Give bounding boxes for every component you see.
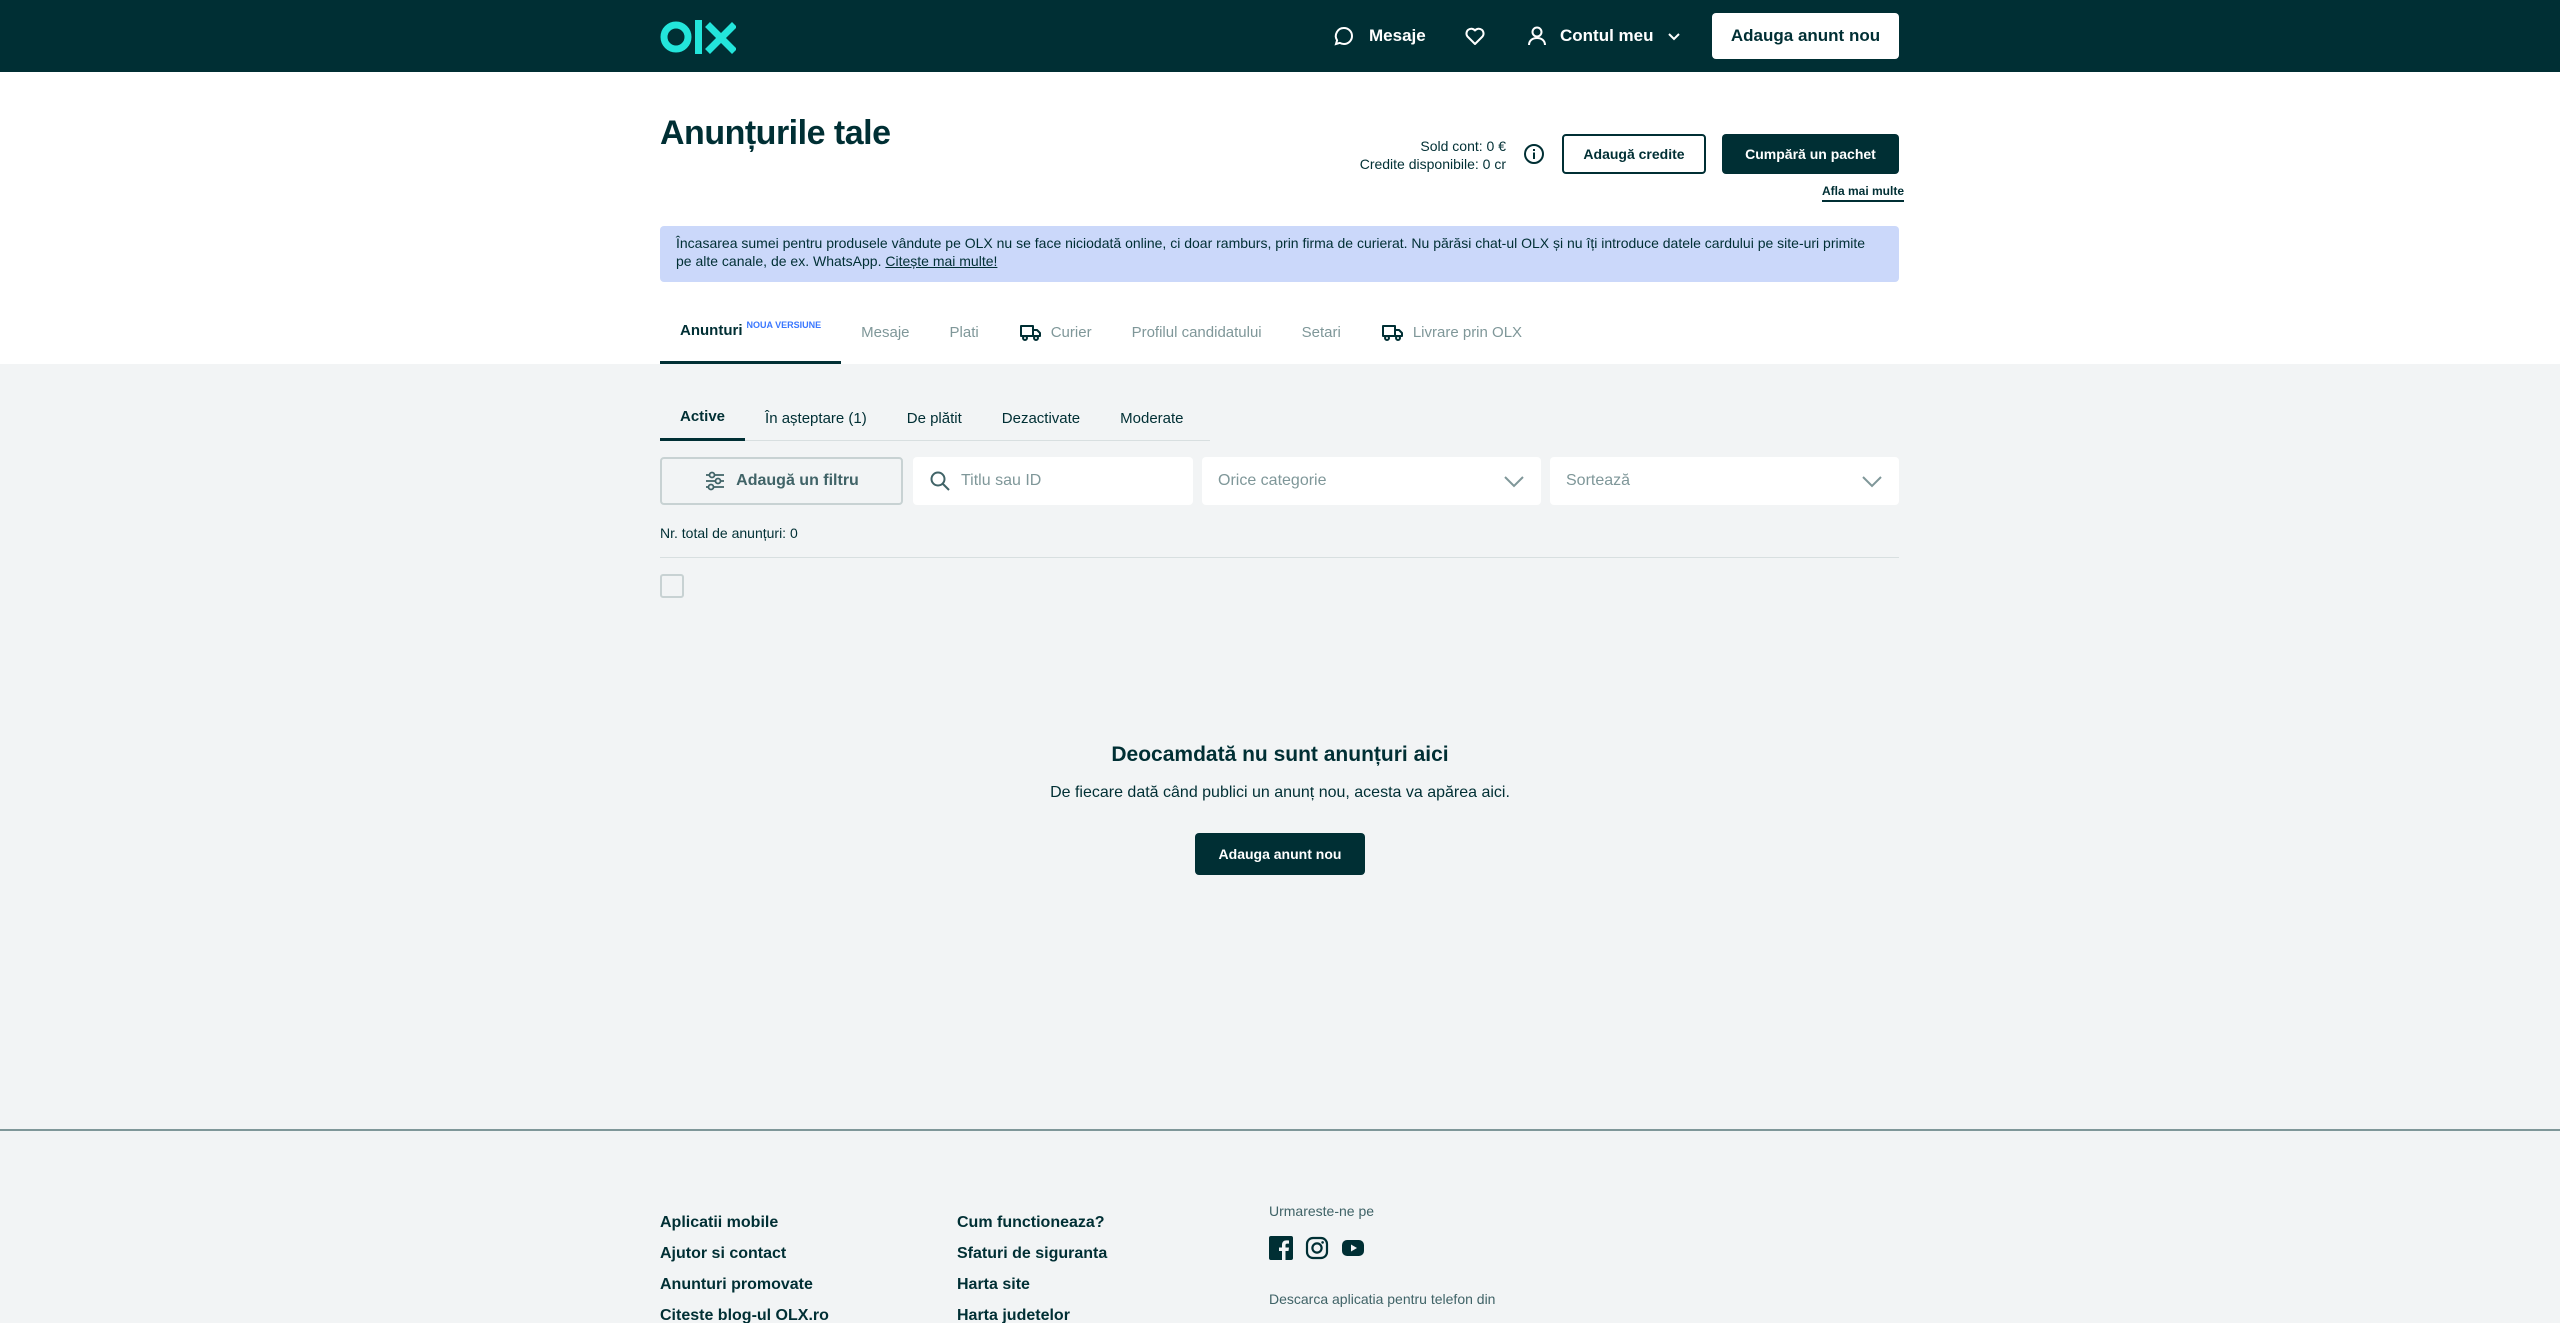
balance-label: Sold cont: 0 € [1420,138,1506,154]
select-all-checkbox[interactable] [660,574,684,598]
empty-state-subtitle: De fiecare dată când publici un anunț no… [1050,784,1510,801]
tab-plati[interactable]: Plati [930,300,999,364]
tab-label: Mesaje [861,323,910,341]
add-ad-button[interactable]: Adauga anunt nou [1712,13,1899,59]
tab-label: Setari [1301,323,1341,341]
follow-us-label: Urmareste-ne pe [1269,1203,1375,1219]
social-links [1269,1236,1365,1265]
footer-link-safety-tips[interactable]: Sfaturi de siguranta [957,1238,1107,1269]
info-icon[interactable] [1523,143,1545,165]
add-credits-button[interactable]: Adaugă credite [1562,134,1706,174]
chevron-down-icon [1504,476,1524,488]
favorites-button[interactable] [1464,0,1486,72]
footer-link-promoted-ads[interactable]: Anunturi promovate [660,1269,829,1300]
heart-icon [1465,27,1485,45]
list-divider [660,557,1899,558]
youtube-icon[interactable] [1341,1236,1365,1265]
sort-select[interactable]: Sortează [1550,457,1899,505]
instagram-icon[interactable] [1305,1236,1329,1265]
user-icon [1528,26,1546,46]
tab-label: Anunturi [680,322,743,339]
main-tabs: Anunturi NOUA VERSIUNE Mesaje Plati Curi… [660,300,1542,364]
footer-link-help-contact[interactable]: Ajutor si contact [660,1238,829,1269]
search-input[interactable] [961,472,1161,490]
footer-column-1: Aplicatii mobile Ajutor si contact Anunt… [660,1207,829,1323]
account-menu[interactable]: Contul meu [1526,0,1682,72]
account-summary-section: Anunțurile tale Sold cont: 0 € Credite d… [0,72,2560,364]
new-version-badge: NOUA VERSIUNE [746,319,822,330]
search-field [913,457,1193,505]
sliders-icon [706,471,725,491]
search-icon [930,471,950,491]
subtab-pending[interactable]: În așteptare (1) [745,395,887,441]
page-title: Anunțurile tale [660,114,891,152]
buy-package-button[interactable]: Cumpără un pachet [1722,134,1899,174]
add-filter-button[interactable]: Adaugă un filtru [660,457,903,505]
truck-icon [1381,325,1403,341]
download-app-label: Descarca aplicatia pentru telefon din [1269,1291,1496,1307]
subtab-moderated[interactable]: Moderate [1100,395,1203,441]
footer-link-county-map[interactable]: Harta judetelor [957,1300,1107,1323]
notice-read-more-link[interactable]: Citește mai multe! [885,253,997,269]
chevron-down-icon [1667,33,1680,41]
tab-setari[interactable]: Setari [1282,300,1361,364]
footer-link-how-it-works[interactable]: Cum functioneaza? [957,1207,1107,1238]
top-navigation-bar: Mesaje Contul meu Adauga anunt nou [0,0,2560,72]
facebook-icon[interactable] [1269,1236,1293,1265]
footer-link-mobile-apps[interactable]: Aplicatii mobile [660,1207,829,1238]
add-filter-label: Adaugă un filtru [736,472,859,489]
account-label: Contul meu [1560,26,1654,45]
tab-label: Profilul candidatului [1131,323,1262,341]
balance-info: Sold cont: 0 € Credite disponibile: 0 cr [1360,137,1506,173]
subtab-active[interactable]: Active [660,395,746,441]
footer-link-blog[interactable]: Citeste blog-ul OLX.ro [660,1300,829,1323]
olx-logo[interactable] [660,17,736,57]
truck-icon [1019,325,1041,341]
footer-link-sitemap[interactable]: Harta site [957,1269,1107,1300]
learn-more-link[interactable]: Afla mai multe [1822,184,1905,202]
chevron-down-icon [1862,476,1882,488]
empty-state-title: Deocamdată nu sunt anunțuri aici [1111,743,1449,766]
empty-state-add-ad-button[interactable]: Adauga anunt nou [1195,833,1365,875]
chat-bubble-icon [1334,26,1353,46]
total-ads-count: Nr. total de anunțuri: 0 [660,525,798,541]
tab-label: Livrare prin OLX [1412,323,1523,341]
tab-curier[interactable]: Curier [999,300,1112,364]
messages-link[interactable]: Mesaje [1333,0,1426,72]
footer-column-2: Cum functioneaza? Sfaturi de siguranta H… [957,1207,1107,1323]
tab-label: Plati [949,323,979,341]
tab-livrare-prin-olx[interactable]: Livrare prin OLX [1361,300,1542,364]
status-tabs: Active În așteptare (1) De plătit Dezact… [660,395,1210,441]
tab-mesaje[interactable]: Mesaje [841,300,929,364]
sort-select-label: Sortează [1566,472,1631,489]
category-select-label: Orice categorie [1218,472,1327,489]
notice-text: Încasarea sumei pentru produsele vândute… [676,235,1866,269]
tab-anunturi[interactable]: Anunturi NOUA VERSIUNE [660,300,842,364]
subtab-to-pay[interactable]: De plătit [887,395,982,441]
messages-label: Mesaje [1369,26,1426,45]
footer-divider [0,1129,2560,1131]
category-select[interactable]: Orice categorie [1202,457,1541,505]
tab-label: Curier [1050,323,1092,341]
credits-label: Credite disponibile: 0 cr [1359,156,1506,172]
tab-profilul-candidatului[interactable]: Profilul candidatului [1112,300,1282,364]
subtab-deactivated[interactable]: Dezactivate [982,395,1100,441]
safety-notice: Încasarea sumei pentru produsele vândute… [660,226,1899,282]
